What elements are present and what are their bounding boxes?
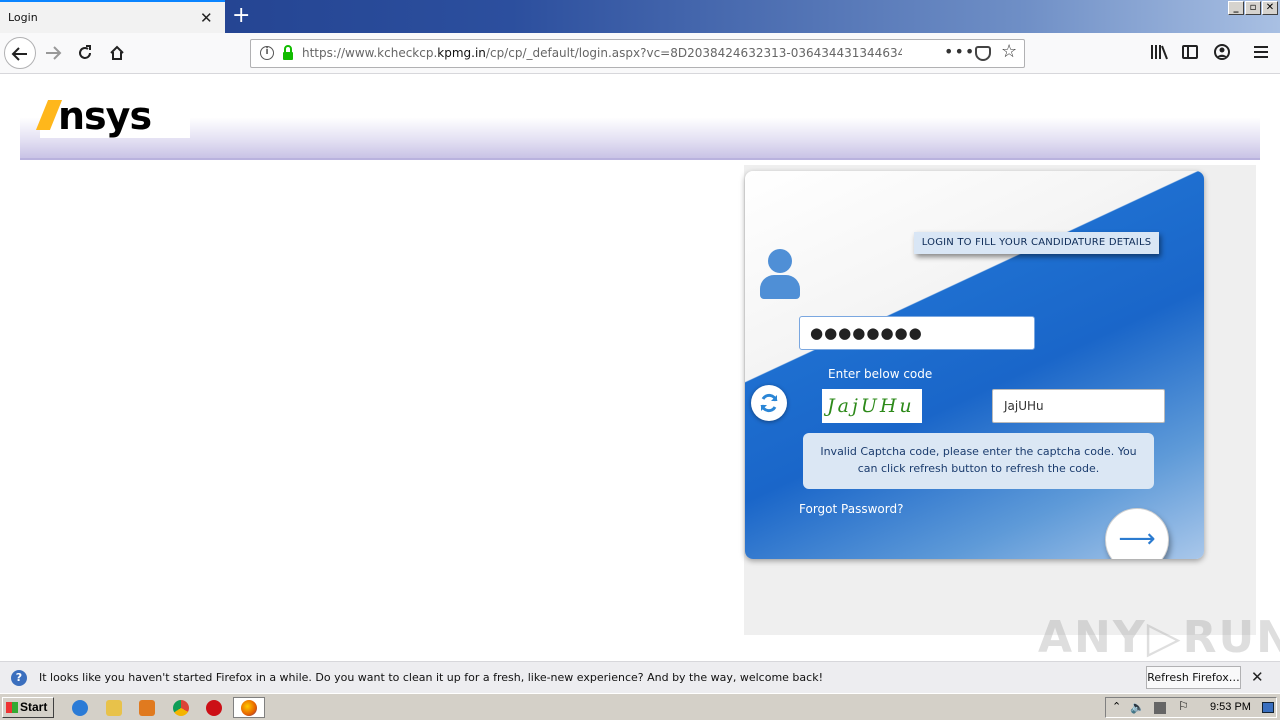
windows-taskbar: Start ⌃ 🔈 ⚐ 9:53 PM [0, 693, 1280, 720]
window-minimize-button[interactable]: _ [1228, 1, 1244, 15]
internet-explorer-icon[interactable] [72, 700, 88, 716]
login-card: LOGIN TO FILL YOUR CANDIDATURE DETAILS ●… [745, 171, 1204, 559]
captcha-input[interactable]: JajUHu [992, 389, 1165, 423]
tab-title: Login [8, 11, 38, 24]
opera-icon[interactable] [206, 700, 222, 716]
library-icon[interactable] [1150, 44, 1168, 64]
browser-tab-bar: Login ✕ + _ ▫ ✕ [0, 0, 1280, 33]
login-banner: LOGIN TO FILL YOUR CANDIDATURE DETAILS [914, 232, 1159, 254]
home-icon [110, 45, 124, 60]
forward-arrow-icon [46, 46, 62, 60]
tab-login[interactable]: Login ✕ [0, 0, 225, 33]
show-desktop-icon[interactable] [1262, 702, 1274, 713]
user-head [768, 249, 792, 273]
tray-expand-icon[interactable]: ⌃ [1112, 700, 1121, 713]
info-icon[interactable]: i [260, 46, 274, 60]
taskbar-clock[interactable]: 9:53 PM [1210, 701, 1251, 713]
reload-button[interactable] [69, 37, 101, 69]
window-maximize-button[interactable]: ▫ [1245, 1, 1261, 15]
sidebar-icon[interactable] [1182, 44, 1198, 64]
notification-bar: ? It looks like you haven't started Fire… [0, 661, 1280, 693]
network-icon[interactable] [1154, 702, 1166, 714]
page-actions-menu-icon[interactable]: ••• [944, 42, 975, 61]
bookmark-star-icon[interactable]: ☆ [1001, 41, 1017, 62]
captcha-image: JajUHu [822, 389, 922, 423]
windows-flag-icon [6, 702, 18, 713]
back-button[interactable] [4, 37, 36, 69]
url-bar[interactable]: i https://www.kcheckcp.kpmg.in/cp/cp/_de… [250, 39, 1025, 68]
navigation-toolbar: i https://www.kcheckcp.kpmg.in/cp/cp/_de… [0, 33, 1280, 74]
password-input[interactable]: ●●●●●●●● [799, 316, 1035, 350]
notification-text: It looks like you haven't started Firefo… [39, 671, 823, 684]
start-button[interactable]: Start [2, 697, 54, 718]
refresh-icon [760, 393, 778, 413]
captcha-refresh-button[interactable] [751, 385, 787, 421]
pocket-icon[interactable] [975, 46, 991, 61]
start-label: Start [20, 700, 48, 714]
firefox-icon [241, 700, 257, 716]
url-prefix: https://www.kcheckcp. [302, 46, 438, 60]
web-page: nsys LOGIN TO FILL YOUR CANDIDATURE DETA… [0, 74, 1280, 663]
anyrun-watermark: ANY▷RUN [1038, 612, 1280, 663]
site-header: nsys [20, 84, 1260, 160]
system-tray: ⌃ 🔈 ⚐ 9:53 PM [1105, 697, 1277, 718]
account-icon[interactable] [1214, 44, 1230, 64]
chrome-icon[interactable] [173, 700, 189, 716]
captcha-error-message: Invalid Captcha code, please enter the c… [803, 433, 1154, 489]
login-submit-button[interactable]: ⟶ [1105, 508, 1169, 559]
login-container: LOGIN TO FILL YOUR CANDIDATURE DETAILS ●… [744, 165, 1256, 635]
media-player-icon[interactable] [139, 700, 155, 716]
notification-close-icon[interactable]: ✕ [1251, 668, 1264, 686]
forward-button[interactable] [37, 37, 69, 69]
logo-text: nsys [58, 94, 152, 138]
user-body [760, 275, 800, 299]
url-text[interactable]: https://www.kcheckcp.kpmg.in/cp/cp/_defa… [302, 46, 902, 60]
volume-icon[interactable]: 🔈 [1130, 700, 1145, 714]
new-tab-button[interactable]: + [232, 3, 250, 29]
back-arrow-icon [11, 47, 27, 61]
forgot-password-link[interactable]: Forgot Password? [799, 502, 903, 516]
enter-code-label: Enter below code [828, 367, 933, 381]
user-icon [760, 249, 800, 299]
ansys-logo[interactable]: nsys [35, 90, 190, 138]
reload-icon [79, 45, 91, 59]
hamburger-menu-icon[interactable] [1253, 44, 1269, 64]
home-button[interactable] [101, 37, 133, 69]
refresh-firefox-button[interactable]: Refresh Firefox… [1146, 666, 1241, 689]
question-icon: ? [11, 670, 27, 686]
tab-close-icon[interactable]: ✕ [200, 9, 213, 27]
file-explorer-icon[interactable] [106, 700, 122, 716]
action-center-flag-icon[interactable]: ⚐ [1178, 699, 1189, 713]
url-domain: kpmg.in [437, 46, 486, 60]
url-suffix: /cp/cp/_default/login.aspx?vc=8D20384246… [485, 46, 902, 60]
lock-icon[interactable] [282, 45, 294, 61]
firefox-taskbar-button[interactable] [233, 697, 265, 718]
arrow-right-icon: ⟶ [1118, 524, 1156, 554]
window-close-button[interactable]: ✕ [1262, 1, 1278, 15]
